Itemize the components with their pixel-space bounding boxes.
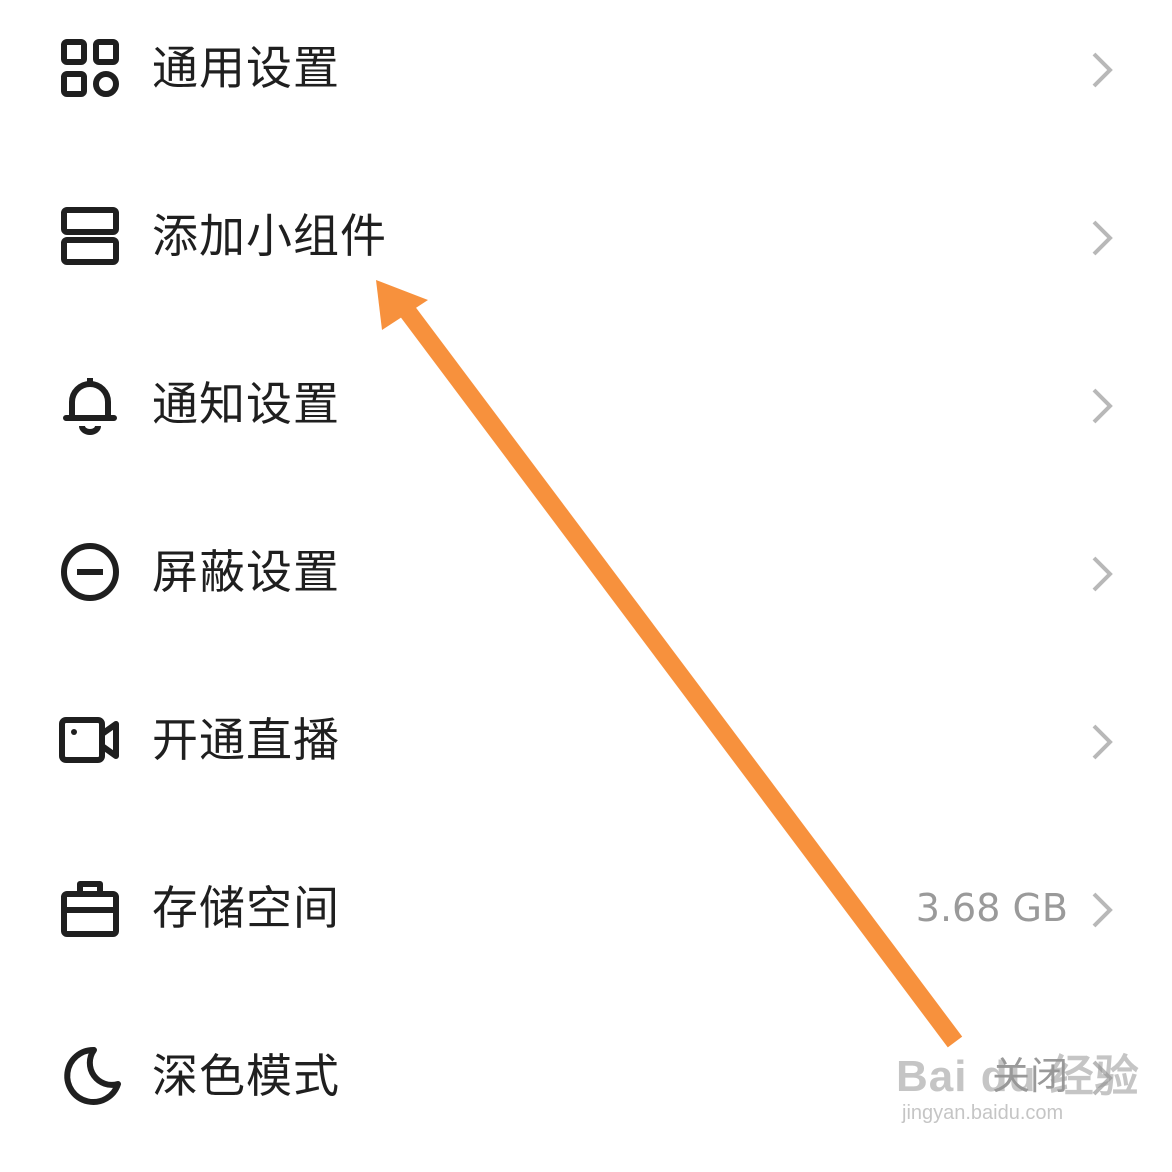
block-minus-icon <box>58 540 122 604</box>
menu-item-notification-settings[interactable]: 通知设置 <box>0 344 1172 464</box>
chevron-right-icon <box>1088 554 1116 594</box>
watermark-url: jingyan.baidu.com <box>902 1102 1064 1124</box>
menu-item-label: 深色模式 <box>152 1049 340 1103</box>
chevron-right-icon <box>1088 722 1116 762</box>
bell-icon <box>58 372 122 436</box>
menu-item-label: 通用设置 <box>152 41 340 95</box>
menu-item-add-widget[interactable]: 添加小组件 <box>0 176 1172 296</box>
menu-item-label: 屏蔽设置 <box>152 545 340 599</box>
storage-box-icon <box>58 876 122 940</box>
baidu-jingyan-watermark: Bai du 经验 jingyan.baidu.com <box>896 1052 1140 1124</box>
menu-item-block-settings[interactable]: 屏蔽设置 <box>0 512 1172 632</box>
moon-icon <box>58 1044 122 1108</box>
menu-item-label: 开通直播 <box>152 713 340 767</box>
menu-item-label: 通知设置 <box>152 377 340 431</box>
menu-item-label: 存储空间 <box>152 881 340 935</box>
chevron-right-icon <box>1088 50 1116 90</box>
widget-icon <box>58 204 122 268</box>
chevron-right-icon <box>1088 386 1116 426</box>
chevron-right-icon <box>1088 218 1116 258</box>
video-camera-icon <box>58 708 122 772</box>
menu-item-general-settings[interactable]: 通用设置 <box>0 8 1172 128</box>
chevron-right-icon <box>1088 890 1116 930</box>
menu-item-open-live[interactable]: 开通直播 <box>0 680 1172 800</box>
grid-apps-icon <box>58 36 122 100</box>
menu-item-label: 添加小组件 <box>152 209 387 263</box>
menu-item-storage[interactable]: 存储空间 3.68 GB <box>0 848 1172 968</box>
storage-size-value: 3.68 GB <box>915 886 1068 930</box>
watermark-brand: Bai du 经验 <box>896 1052 1140 1101</box>
